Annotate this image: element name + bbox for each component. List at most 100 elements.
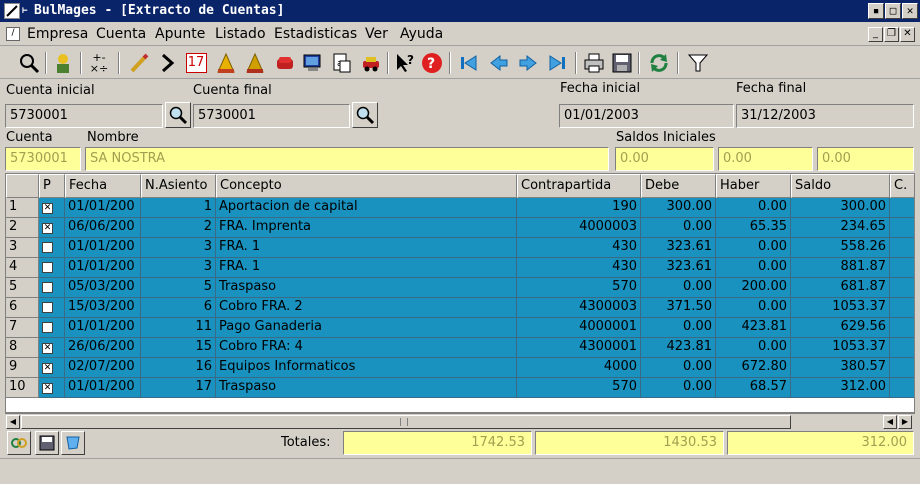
save-icon[interactable]	[609, 50, 635, 76]
cell-fecha[interactable]: 02/07/200	[65, 358, 141, 378]
column-header-asiento[interactable]: N.Asiento	[141, 174, 216, 198]
cell-contrapartida[interactable]: 190	[517, 198, 641, 218]
search-icon[interactable]	[16, 50, 42, 76]
monitor-icon[interactable]	[300, 50, 326, 76]
cell-contrapartida[interactable]: 4000001	[517, 318, 641, 338]
menu-estadisticas[interactable]: Estadisticas	[274, 26, 357, 42]
saldo-inicial-3-field[interactable]: 0.00	[817, 147, 914, 171]
cell-c[interactable]	[890, 318, 914, 338]
menu-empresa[interactable]: Empresa	[27, 26, 88, 42]
cell-contrapartida[interactable]: 4000	[517, 358, 641, 378]
cell-asiento[interactable]: 16	[141, 358, 216, 378]
cell-haber[interactable]: 0.00	[716, 298, 791, 318]
scroll-right-button[interactable]: ◀	[883, 415, 897, 429]
sofa-icon[interactable]	[272, 50, 298, 76]
disk-icon[interactable]	[35, 431, 59, 455]
cell-debe[interactable]: 423.81	[641, 338, 716, 358]
cell-p[interactable]: ✕	[39, 198, 65, 218]
close-button[interactable]: ✕	[902, 3, 918, 19]
cell-c[interactable]	[890, 258, 914, 278]
column-header-p[interactable]: P	[39, 174, 65, 198]
link-icon[interactable]	[7, 431, 31, 455]
fecha-inicial-field[interactable]: 01/01/2003	[559, 104, 734, 128]
checkbox-checked[interactable]: ✕	[42, 203, 53, 214]
cell-asiento[interactable]: 6	[141, 298, 216, 318]
cell-contrapartida[interactable]: 4000003	[517, 218, 641, 238]
cell-asiento[interactable]: 11	[141, 318, 216, 338]
cell-c[interactable]	[890, 378, 914, 398]
cuenta-final-field[interactable]: 5730001	[193, 104, 350, 128]
cell-saldo[interactable]: 1053.37	[791, 298, 890, 318]
cell-p[interactable]	[39, 318, 65, 338]
cell-asiento[interactable]: 5	[141, 278, 216, 298]
menu-listado[interactable]: Listado	[215, 26, 266, 42]
cell-contrapartida[interactable]: 570	[517, 378, 641, 398]
cell-saldo[interactable]: 629.56	[791, 318, 890, 338]
shield-icon[interactable]	[61, 431, 85, 455]
minimize-button[interactable]: ▪	[868, 3, 884, 19]
cell-asiento[interactable]: 1	[141, 198, 216, 218]
cuenta-field[interactable]: 5730001	[5, 147, 81, 171]
cell-concepto[interactable]: FRA. 1	[216, 238, 517, 258]
last-icon[interactable]	[544, 50, 570, 76]
checkbox-checked[interactable]: ✕	[42, 363, 53, 374]
row-number[interactable]: 3	[6, 238, 39, 258]
maximize-button[interactable]: □	[885, 3, 901, 19]
cell-p[interactable]	[39, 258, 65, 278]
column-header-debe[interactable]: Debe	[641, 174, 716, 198]
document-icon[interactable]: a	[329, 50, 355, 76]
fecha-final-field[interactable]: 31/12/2003	[736, 104, 914, 128]
cell-concepto[interactable]: FRA. Imprenta	[216, 218, 517, 238]
column-header-c[interactable]: C.	[890, 174, 914, 198]
refresh-icon[interactable]	[646, 50, 672, 76]
cell-saldo[interactable]: 1053.37	[791, 338, 890, 358]
scroll-thumb[interactable]	[21, 415, 791, 429]
cell-c[interactable]	[890, 278, 914, 298]
cell-debe[interactable]: 300.00	[641, 198, 716, 218]
next-icon[interactable]	[515, 50, 541, 76]
checkbox-unchecked[interactable]	[42, 242, 53, 253]
cell-asiento[interactable]: 3	[141, 258, 216, 278]
checkbox-unchecked[interactable]	[42, 322, 53, 333]
row-number[interactable]: 5	[6, 278, 39, 298]
cell-saldo[interactable]: 234.65	[791, 218, 890, 238]
cell-fecha[interactable]: 01/01/200	[65, 318, 141, 338]
cell-concepto[interactable]: FRA. 1	[216, 258, 517, 278]
cell-haber[interactable]: 0.00	[716, 338, 791, 358]
cell-debe[interactable]: 371.50	[641, 298, 716, 318]
cell-debe[interactable]: 0.00	[641, 218, 716, 238]
table-row[interactable]: 7 01/01/200 11 Pago Ganaderia 4000001 0.00 423…	[6, 318, 914, 338]
checkbox-checked[interactable]: ✕	[42, 343, 53, 354]
column-header-contrapartida[interactable]: Contrapartida	[517, 174, 641, 198]
checkbox-checked[interactable]: ✕	[42, 223, 53, 234]
filter-icon[interactable]	[685, 50, 711, 76]
table-row[interactable]: 8 ✕ 26/06/200 15 Cobro FRA: 4 4300001 423.81 0.…	[6, 338, 914, 358]
cell-haber[interactable]: 0.00	[716, 258, 791, 278]
cell-p[interactable]	[39, 278, 65, 298]
cell-saldo[interactable]: 881.87	[791, 258, 890, 278]
cell-saldo[interactable]: 380.57	[791, 358, 890, 378]
cell-saldo[interactable]: 300.00	[791, 198, 890, 218]
row-number[interactable]: 2	[6, 218, 39, 238]
cuenta-inicial-field[interactable]: 5730001	[5, 104, 163, 128]
checkbox-unchecked[interactable]	[42, 262, 53, 273]
cell-debe[interactable]: 323.61	[641, 258, 716, 278]
cell-fecha[interactable]: 01/01/200	[65, 198, 141, 218]
row-number[interactable]: 7	[6, 318, 39, 338]
cell-concepto[interactable]: Cobro FRA. 2	[216, 298, 517, 318]
cell-haber[interactable]: 423.81	[716, 318, 791, 338]
cell-haber[interactable]: 0.00	[716, 238, 791, 258]
menu-ayuda[interactable]: Ayuda	[400, 26, 443, 42]
cuenta-final-search-button[interactable]	[352, 102, 378, 128]
cell-debe[interactable]: 323.61	[641, 238, 716, 258]
cell-fecha[interactable]: 01/01/200	[65, 378, 141, 398]
saldo-inicial-2-field[interactable]: 0.00	[718, 147, 813, 171]
cell-saldo[interactable]: 681.87	[791, 278, 890, 298]
car-icon[interactable]	[358, 50, 384, 76]
cell-debe[interactable]: 0.00	[641, 378, 716, 398]
table-row[interactable]: 5 05/03/200 5 Traspaso 570 0.00 200.00 681.87	[6, 278, 914, 298]
cell-concepto[interactable]: Equipos Informaticos	[216, 358, 517, 378]
cell-concepto[interactable]: Traspaso	[216, 378, 517, 398]
table-row[interactable]: 2 ✕ 06/06/200 2 FRA. Imprenta 4000003 0.00 65.3…	[6, 218, 914, 238]
table-row[interactable]: 3 01/01/200 3 FRA. 1 430 323.61 0.00 558.26	[6, 238, 914, 258]
